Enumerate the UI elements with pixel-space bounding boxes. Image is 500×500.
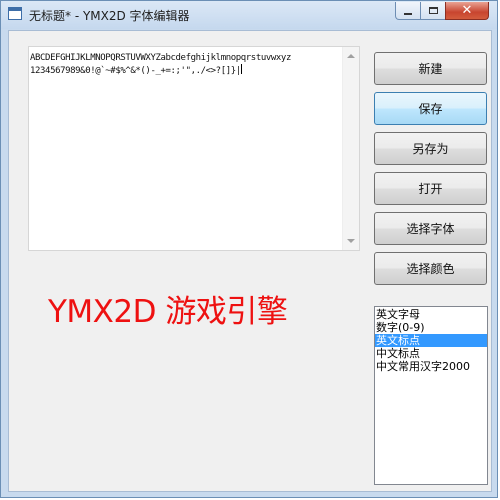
editor-scrollbar[interactable] — [342, 47, 359, 250]
char-set-item[interactable]: 中文常用汉字2000 — [375, 360, 487, 373]
brand-label: YMX2D 游戏引擎 — [48, 294, 288, 330]
char-set-listbox[interactable]: 英文字母 数字(0-9) 英文标点 中文标点 中文常用汉字2000 — [374, 306, 488, 485]
char-set-item[interactable]: 数字(0-9) — [375, 321, 487, 334]
app-window-icon — [8, 7, 22, 20]
maximize-icon — [428, 7, 438, 14]
scroll-down-icon[interactable] — [347, 239, 355, 243]
char-set-item[interactable]: 英文标点 — [375, 334, 487, 347]
window-title: 无标题* - YMX2D 字体编辑器 — [29, 9, 190, 23]
choose-color-button[interactable]: 选择颜色 — [374, 252, 487, 285]
client-area: ABCDEFGHIJKLMNOPQRSTUVWXYZabcdefghijklmn… — [8, 30, 492, 492]
editor-content[interactable]: ABCDEFGHIJKLMNOPQRSTUVWXYZabcdefghijklmn… — [30, 52, 291, 77]
open-button[interactable]: 打开 — [374, 172, 487, 205]
app-window: 无标题* - YMX2D 字体编辑器 ✕ ABCDEFGHIJKLMNOPQRS… — [0, 0, 498, 498]
close-icon: ✕ — [461, 3, 473, 18]
choose-font-button[interactable]: 选择字体 — [374, 212, 487, 245]
minimize-button[interactable] — [395, 2, 421, 20]
save-as-button[interactable]: 另存为 — [374, 132, 487, 165]
new-button[interactable]: 新建 — [374, 52, 487, 85]
close-button[interactable]: ✕ — [445, 2, 489, 20]
char-set-item[interactable]: 中文标点 — [375, 347, 487, 360]
text-caret — [240, 64, 242, 74]
font-text-editor[interactable]: ABCDEFGHIJKLMNOPQRSTUVWXYZabcdefghijklmn… — [28, 46, 360, 251]
maximize-button[interactable] — [420, 2, 446, 20]
minimize-icon — [404, 12, 412, 15]
title-bar[interactable]: 无标题* - YMX2D 字体编辑器 ✕ — [1, 1, 497, 29]
scroll-up-icon[interactable] — [347, 54, 355, 58]
editor-line-2: 1234567989&0!@`~#$%^&*()-_+=:;'",./<>?[]… — [30, 66, 241, 76]
editor-line-1: ABCDEFGHIJKLMNOPQRSTUVWXYZabcdefghijklmn… — [30, 53, 291, 63]
save-button[interactable]: 保存 — [374, 92, 487, 125]
char-set-item[interactable]: 英文字母 — [375, 308, 487, 321]
